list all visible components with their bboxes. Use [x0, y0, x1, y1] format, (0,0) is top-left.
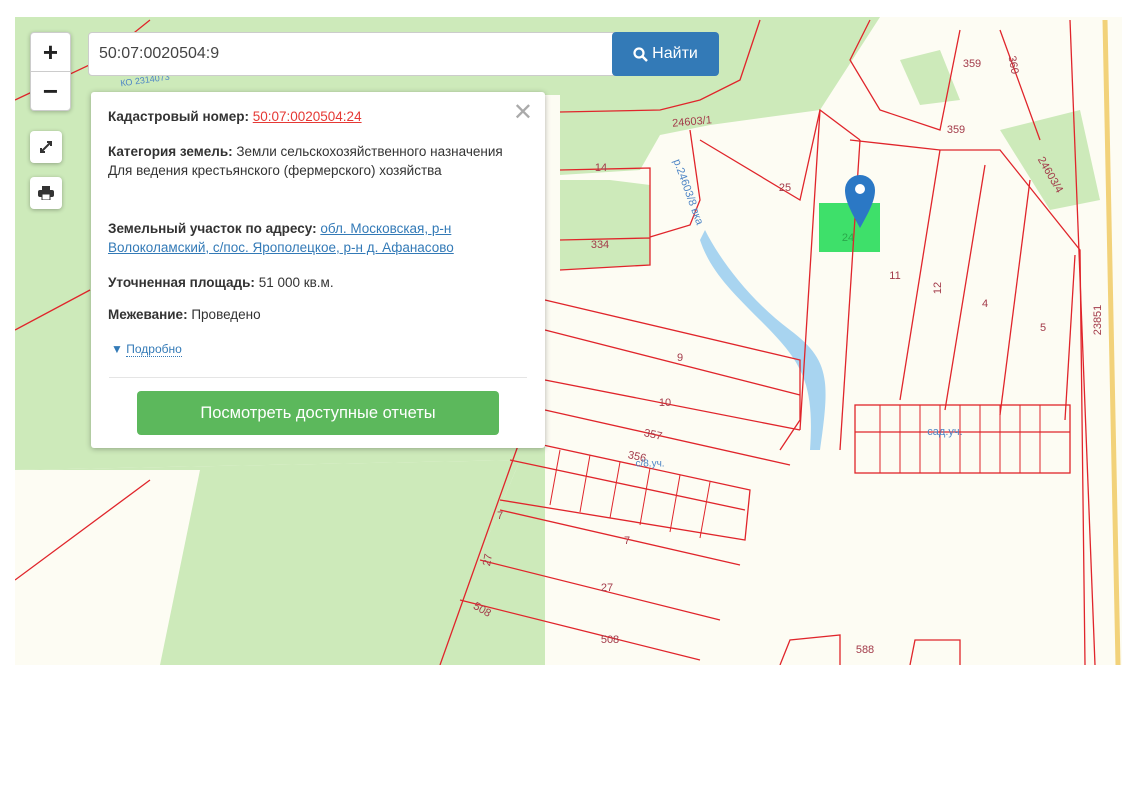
map-label: 7: [496, 510, 504, 522]
caret-down-icon: ▼: [111, 342, 123, 356]
print-button[interactable]: [30, 177, 62, 209]
map-label: 12: [932, 281, 944, 295]
details-toggle[interactable]: ▼ Подробно: [111, 342, 182, 357]
map-label: 5: [1039, 322, 1047, 334]
map-label: 359: [946, 124, 966, 136]
search-button[interactable]: Найти: [612, 32, 719, 76]
zoom-out-button[interactable]: −: [31, 72, 70, 110]
zoom-in-button[interactable]: +: [31, 33, 70, 72]
map-label: 25: [778, 182, 792, 194]
survey-value: Проведено: [191, 307, 261, 322]
map-label: 27: [481, 552, 495, 568]
map-label: 27: [600, 582, 614, 594]
map-label: сад.уч.: [927, 426, 963, 438]
area-value: 51 000 кв.м.: [258, 275, 334, 290]
map-label: 508: [600, 634, 620, 646]
map-label: 9: [676, 352, 684, 364]
map-label: с/8.уч.: [635, 458, 665, 470]
map-label: 24: [841, 232, 855, 244]
map-label: 334: [590, 239, 610, 251]
map-label: 359: [962, 58, 982, 70]
map-label: 23851: [1092, 304, 1104, 336]
category-value: Земли сельскохозяйственного назначения: [236, 144, 503, 159]
map-label: 14: [594, 162, 608, 174]
map-label: 588: [855, 644, 875, 656]
survey-label: Межевание:: [108, 307, 188, 322]
search-input[interactable]: [88, 32, 620, 76]
cad-label: Кадастровый номер:: [108, 109, 249, 124]
map-label: 4: [981, 298, 989, 310]
divider: [109, 377, 527, 378]
zoom-control: + −: [30, 32, 71, 111]
fullscreen-button[interactable]: [30, 131, 62, 163]
print-icon: [38, 186, 54, 200]
expand-icon: [40, 141, 52, 153]
search-button-label: Найти: [652, 45, 698, 62]
details-label: Подробно: [126, 342, 182, 357]
parcel-info-popup: ✕ Кадастровый номер: 50:07:0020504:24 Ка…: [91, 92, 545, 448]
area-label: Уточненная площадь:: [108, 275, 255, 290]
map-label: 10: [658, 397, 672, 409]
view-reports-button[interactable]: Посмотреть доступные отчеты: [137, 391, 499, 435]
category-label: Категория земель:: [108, 144, 233, 159]
address-label: Земельный участок по адресу:: [108, 221, 317, 236]
cad-number-link[interactable]: 50:07:0020504:24: [253, 109, 362, 124]
map-label: 7: [623, 535, 631, 547]
search-icon: [633, 46, 649, 62]
map-label: 11: [889, 270, 901, 282]
usage-value: Для ведения крестьянского (фермерского) …: [108, 163, 442, 178]
